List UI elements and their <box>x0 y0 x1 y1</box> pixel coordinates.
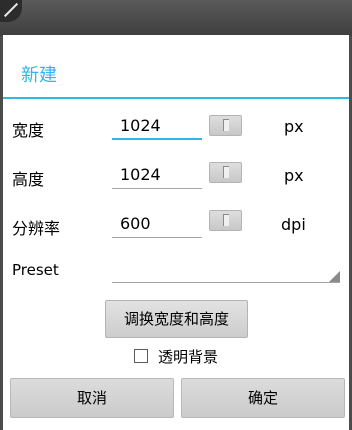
toggle-icon <box>223 214 229 226</box>
swap-dimensions-button[interactable]: 调换宽度和高度 <box>105 300 248 338</box>
height-lock-button[interactable] <box>209 162 242 183</box>
dialog-title: 新建 <box>21 65 57 86</box>
height-input[interactable]: 1024 <box>112 163 202 189</box>
resolution-lock-button[interactable] <box>209 210 242 231</box>
new-canvas-dialog: 新建 宽度 1024 px 高度 1024 px 分辨率 600 dpi Pre… <box>3 35 349 430</box>
background-toolbar <box>0 0 352 36</box>
resolution-label: 分辨率 <box>12 219 61 238</box>
ok-button[interactable]: 确定 <box>181 378 345 418</box>
resolution-input[interactable]: 600 <box>112 212 202 238</box>
width-label: 宽度 <box>12 121 45 140</box>
transparent-background-label[interactable]: 透明背景 <box>158 346 218 367</box>
title-divider <box>3 97 349 99</box>
width-unit: px <box>284 117 304 136</box>
width-lock-button[interactable] <box>209 115 242 136</box>
height-label: 高度 <box>12 170 45 189</box>
preset-select[interactable] <box>112 261 340 283</box>
dropdown-arrow-icon <box>329 271 340 282</box>
resolution-unit: dpi <box>281 215 306 234</box>
cancel-button[interactable]: 取消 <box>10 378 174 418</box>
preset-label: Preset <box>12 261 59 279</box>
toggle-icon <box>223 166 229 178</box>
width-input[interactable]: 1024 <box>112 114 202 140</box>
pencil-icon <box>0 0 22 22</box>
transparent-background-checkbox[interactable] <box>134 349 148 363</box>
height-unit: px <box>284 166 304 185</box>
toggle-icon <box>223 119 229 131</box>
